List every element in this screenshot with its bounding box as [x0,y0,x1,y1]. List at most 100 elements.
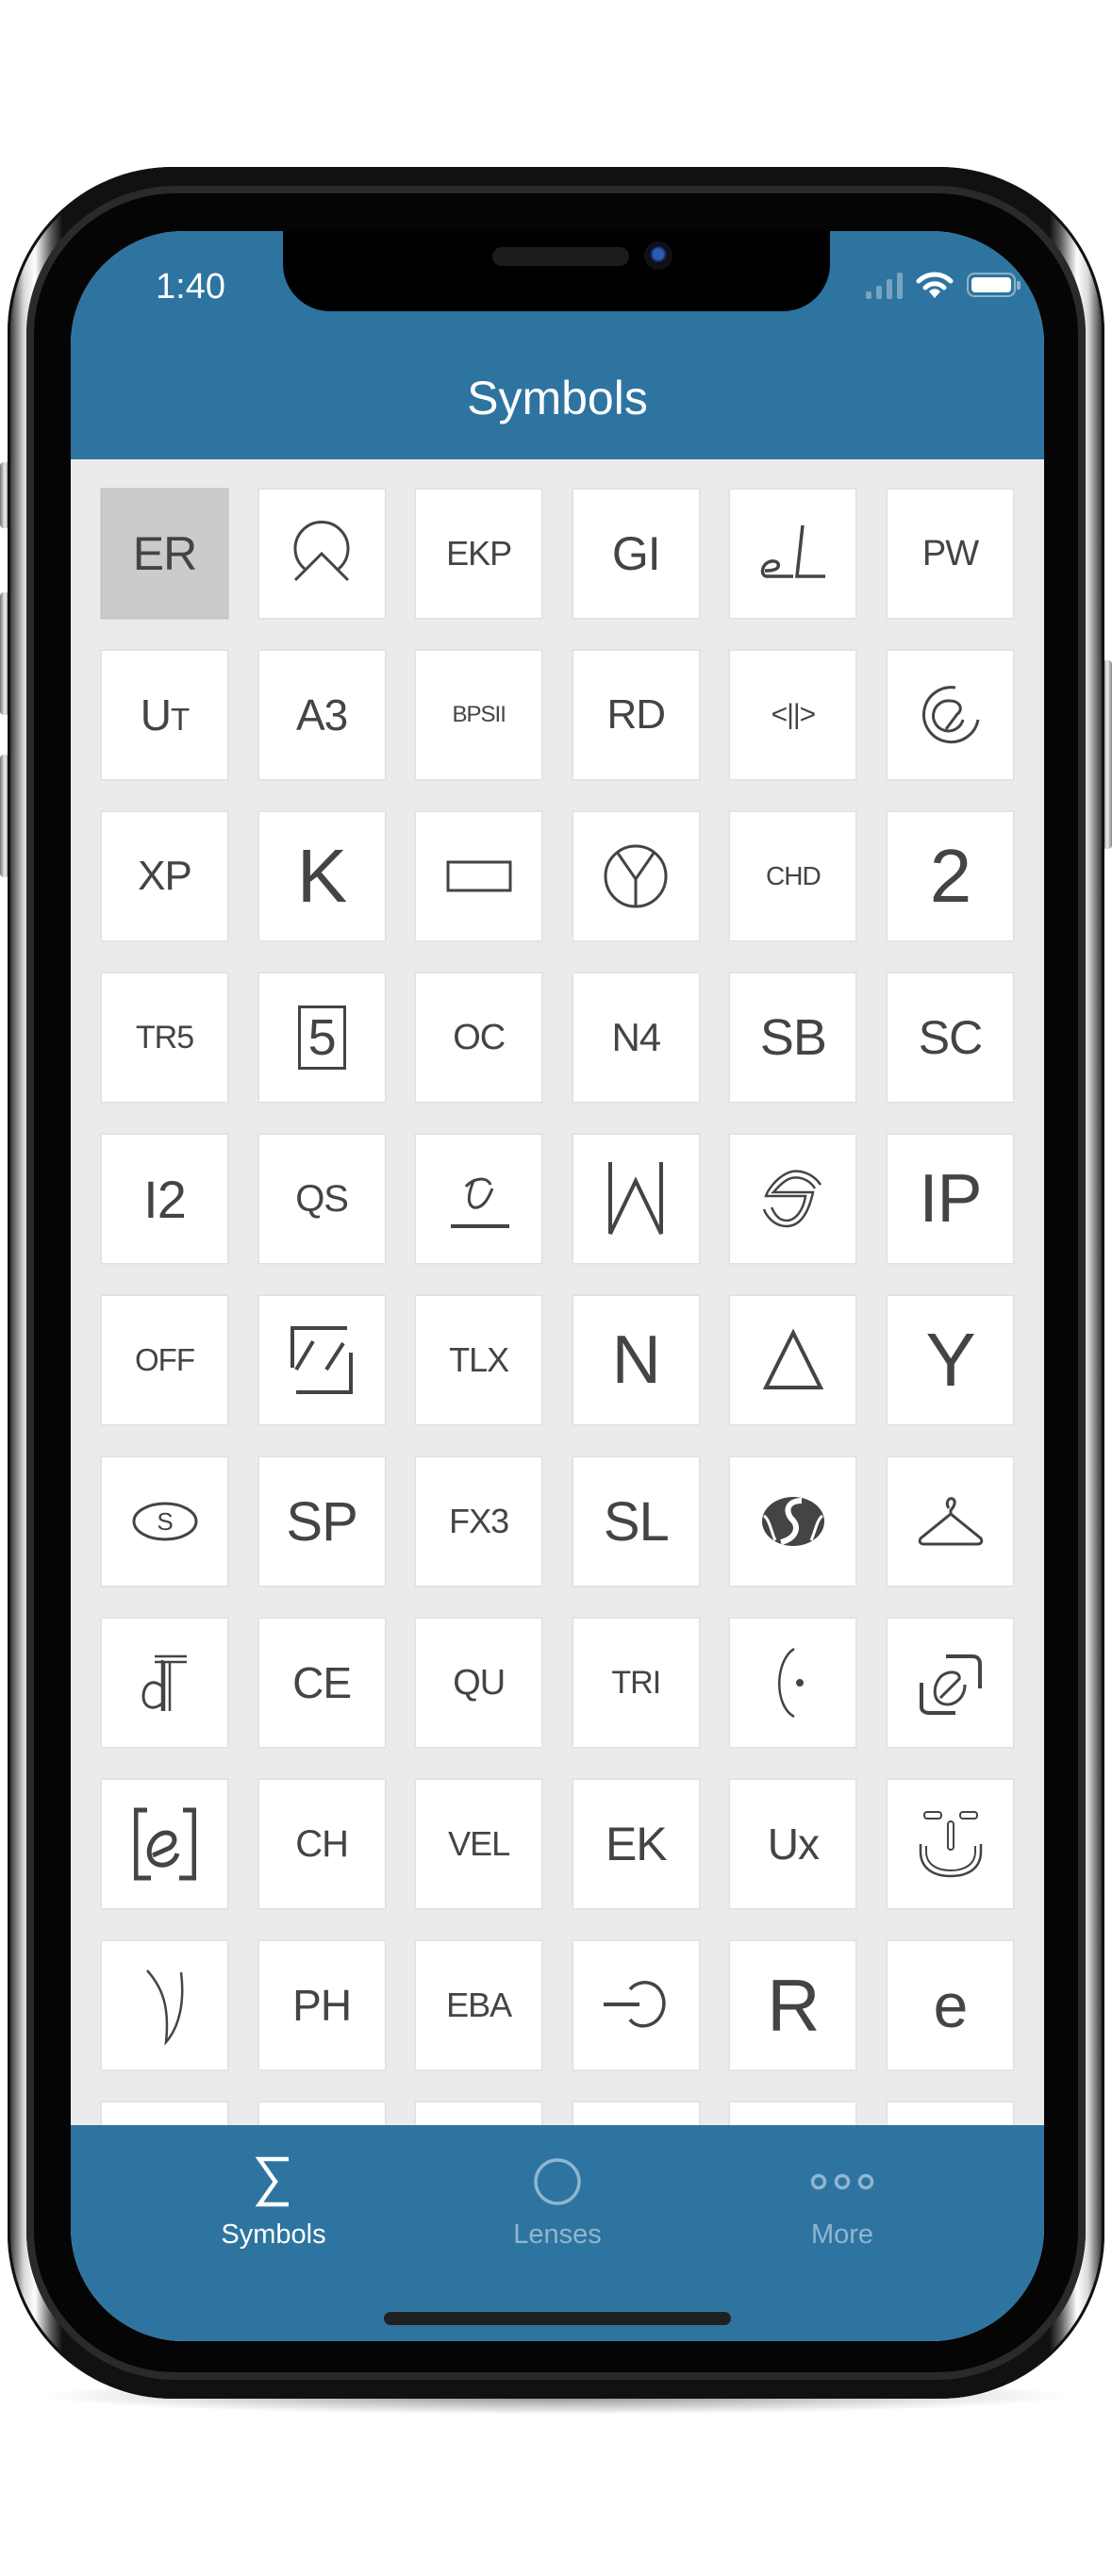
symbol-label: TR5 [135,1019,194,1055]
symbol-tile[interactable] [573,812,699,940]
symbol-tile[interactable] [416,812,542,940]
symbol-tile[interactable]: CHD [730,812,856,940]
symbol-label: R [767,1963,820,2047]
hanger-symbol-icon [917,1493,985,1550]
symbol-tile[interactable]: OFF [102,1296,227,1424]
symbol-tile[interactable]: QS [258,1135,385,1263]
symbol-tile[interactable] [573,1941,699,2069]
symbol-tile[interactable]: K [258,812,385,940]
symbol-tile[interactable]: PW [888,490,1013,618]
crescent-symbol-icon [141,1965,189,2046]
symbol-tile[interactable] [258,490,385,618]
symbol-tile[interactable]: BPSII [416,651,542,779]
symbol-tile[interactable] [102,1780,227,1908]
symbol-tile[interactable]: I2 [102,1135,227,1263]
symbol-tile[interactable] [730,1296,856,1424]
svg-text:S: S [157,1507,173,1536]
symbol-label: Y [925,1318,975,1402]
symbol-label: OFF [135,1342,195,1377]
symbol-tile[interactable] [730,1619,856,1747]
symbol-tile[interactable]: IP [888,1135,1013,1263]
symbol-tile[interactable]: RD [573,651,699,779]
symbol-tile[interactable] [730,490,856,618]
symbol-tile[interactable]: N [573,1296,699,1424]
outlined-s-symbol-icon [760,1168,826,1230]
symbol-tile[interactable]: 5 [258,973,385,1102]
symbol-tile[interactable]: N4 [573,973,699,1102]
symbol-tile[interactable]: SL [573,1457,699,1586]
symbol-tile[interactable] [888,1780,1013,1908]
symbol-label: PH [292,1981,352,2030]
symbol-tile[interactable]: EKP [416,490,542,618]
app-screen: 1:40 Symbols ER EKP GI PW UT A3 BPSII RD <||> XP K… [71,231,1044,2341]
more-dots-icon [809,2144,875,2219]
underlined-e-symbol-icon [445,1166,513,1232]
symbol-tile[interactable] [730,1135,856,1263]
symbol-tile[interactable]: OC [416,973,542,1102]
symbol-tile[interactable] [573,1135,699,1263]
symbol-label: I2 [143,1169,187,1229]
symbol-tile[interactable]: R [730,1941,856,2069]
symbol-tile[interactable]: 2 [888,812,1013,940]
bracket-e-symbol-icon [133,1806,196,1882]
symbol-tile[interactable] [730,1457,856,1586]
tab-bar: Symbols Lenses More [71,2125,1044,2341]
symbol-label: CH [295,1822,349,1865]
symbol-tile[interactable]: UT [102,651,227,779]
symbol-tile[interactable]: PH [258,1941,385,2069]
symbol-tile[interactable]: XP [102,812,227,940]
cellular-signal-icon [866,271,903,299]
symbol-label: SL [603,1490,670,1553]
spiral-e-symbol-icon [918,682,984,748]
symbol-tile[interactable]: Ux [730,1780,856,1908]
symbol-tile[interactable]: S [102,1457,227,1586]
symbol-tile[interactable]: EK [573,1780,699,1908]
symbol-tile[interactable]: TRI [573,1619,699,1747]
symbol-tile[interactable]: SB [730,973,856,1102]
symbol-label: SP [286,1490,357,1553]
symbol-tile[interactable] [416,1135,542,1263]
symbol-tile[interactable]: TR5 [102,973,227,1102]
symbol-label: e [933,1970,969,2040]
symbol-tile[interactable]: CH [258,1780,385,1908]
symbol-tile[interactable] [888,651,1013,779]
symbol-label: <||> [771,699,817,730]
symbol-tile[interactable]: EBA [416,1941,542,2069]
symbol-label: EKP [446,534,512,573]
symbol-tile[interactable]: FX3 [416,1457,542,1586]
symbol-tile[interactable]: SP [258,1457,385,1586]
symbol-label: SC [918,1011,983,1064]
symbol-label: CE [292,1658,352,1707]
symbol-tile[interactable]: SC [888,973,1013,1102]
arrow-arc-symbol-icon [602,1976,670,2035]
status-time: 1:40 [156,267,225,307]
tab-lenses[interactable]: Lenses [416,2125,699,2267]
d-t-symbol-icon [141,1653,189,1713]
tab-more[interactable]: More [701,2125,984,2267]
symbol-tile[interactable] [102,1619,227,1747]
tab-symbols[interactable]: Symbols [132,2125,415,2267]
symbol-tile[interactable] [258,1296,385,1424]
symbol-label: VEL [448,1824,510,1863]
script-el-symbol-icon [759,524,827,584]
symbol-label: BPSII [452,702,506,727]
rectangle-symbol-icon [446,860,512,892]
symbol-tile[interactable]: TLX [416,1296,542,1424]
symbol-tile[interactable]: ER [102,490,227,618]
symbol-tile[interactable]: e [888,1941,1013,2069]
symbol-tile[interactable]: <||> [730,651,856,779]
home-indicator[interactable] [384,2312,731,2325]
symbol-tile[interactable]: GI [573,490,699,618]
symbol-tile[interactable]: VEL [416,1780,542,1908]
symbol-tile[interactable] [888,1457,1013,1586]
symbol-label: N4 [611,1015,661,1059]
symbol-label: TLX [449,1340,509,1379]
symbol-label: TRI [611,1664,661,1701]
hook-e-symbol-icon [918,1649,984,1717]
symbol-tile[interactable]: Y [888,1296,1013,1424]
symbol-tile[interactable]: QU [416,1619,542,1747]
symbol-tile[interactable] [888,1619,1013,1747]
symbol-tile[interactable]: CE [258,1619,385,1747]
symbol-tile[interactable]: A3 [258,651,385,779]
symbol-tile[interactable] [102,1941,227,2069]
